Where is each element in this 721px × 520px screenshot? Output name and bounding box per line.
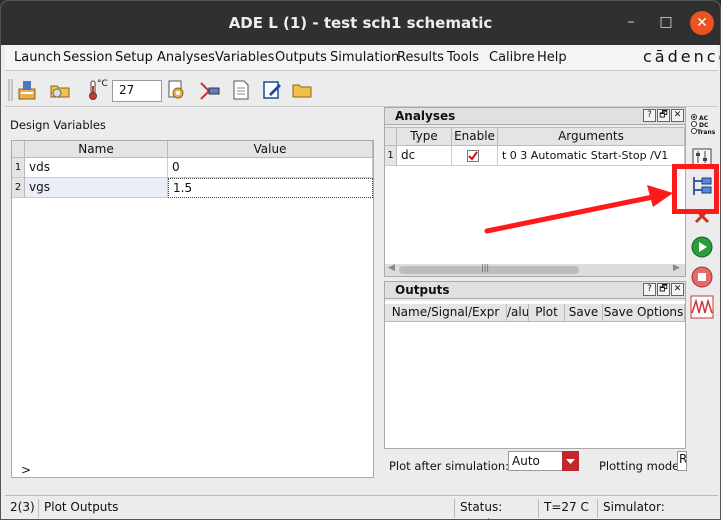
column-header-save[interactable]: Save [565, 304, 603, 322]
menu-help[interactable]: Help [537, 50, 567, 65]
netlist-icon[interactable] [230, 79, 252, 101]
column-header-name-signal[interactable]: Name/Signal/Expr [385, 304, 507, 322]
column-header-name[interactable]: Name [25, 141, 168, 158]
analyses-header: Analyses [385, 108, 685, 125]
variable-value-cell[interactable]: 1.5 [168, 178, 373, 198]
menu-tools[interactable]: Tools [447, 50, 479, 65]
status-bar: 2(3) Plot Outputs Status: Ready T=27 C S… [5, 495, 718, 519]
outputs-title: Outputs [395, 283, 450, 297]
expand-toggle[interactable]: > [21, 463, 31, 477]
analysis-option-trans: Trans [697, 129, 716, 136]
waveform-icon[interactable] [690, 295, 714, 319]
outputs-header: Outputs [385, 282, 685, 299]
help-button[interactable]: ? [643, 283, 656, 296]
menu-outputs[interactable]: Outputs [275, 50, 327, 65]
run-icon[interactable] [690, 235, 714, 259]
temperature-unit-label: °C [97, 79, 108, 89]
plot-controls: Plot after simulation: Auto Plotting mod… [384, 449, 687, 491]
close-panel-button[interactable]: ✕ [671, 109, 684, 122]
temperature-input[interactable]: 27 [112, 80, 162, 102]
menu-session[interactable]: Session [63, 50, 113, 65]
column-header-arguments[interactable]: Arguments [498, 128, 685, 146]
close-button[interactable]: ✕ [690, 11, 714, 35]
chevron-down-icon [566, 459, 575, 464]
column-header-save-options[interactable]: Save Options [603, 304, 685, 322]
menu-launch[interactable]: Launch [14, 50, 61, 65]
menu-calibre[interactable]: Calibre [489, 50, 535, 65]
window-title: ADE L (1) - test sch1 schematic [228, 14, 493, 32]
row-number: 1 [12, 158, 25, 178]
plotting-mode-select[interactable]: R [677, 451, 687, 471]
help-button[interactable]: ? [643, 109, 656, 122]
design-variables-panel: Design Variables Name Value 1 vds 0 2 vg… [5, 109, 379, 493]
analysis-option-dc: DC [699, 122, 709, 129]
column-header-enable[interactable]: Enable [452, 128, 498, 146]
close-panel-button[interactable]: ✕ [671, 283, 684, 296]
plotting-mode-label: Plotting mode: [599, 459, 684, 473]
status-hint: Plot Outputs [38, 499, 454, 518]
float-panel-button[interactable]: 🗗 [657, 109, 670, 122]
row-number: 1 [385, 146, 397, 166]
scroll-right-icon[interactable]: ▶ [673, 263, 680, 273]
table-corner [12, 141, 25, 158]
edit-icon[interactable] [261, 79, 283, 101]
dropdown-button[interactable] [562, 451, 579, 471]
row-number: 2 [12, 178, 25, 198]
table-corner [385, 128, 397, 146]
outputs-panel: Outputs ? 🗗 ✕ Name/Signal/Expr /alu Plot… [384, 281, 686, 449]
variable-name-cell[interactable]: vds [25, 158, 168, 178]
annotation-arrow [484, 185, 673, 234]
variable-name-cell[interactable]: vgs [25, 178, 168, 198]
status-count: 2(3) [10, 500, 35, 514]
status-ready: Status: Ready [454, 499, 538, 519]
column-header-type[interactable]: Type [397, 128, 452, 146]
stop-icon[interactable] [690, 265, 714, 289]
ade-window: ADE L (1) - test sch1 schematic – □ ✕ La… [0, 0, 721, 520]
open-icon[interactable] [291, 79, 313, 101]
horizontal-scrollbar[interactable]: ◀ ||| ▶ [385, 263, 685, 276]
design-variables-title: Design Variables [10, 118, 106, 132]
column-header-value[interactable]: /alu [507, 304, 529, 322]
setup-simulator-icon[interactable] [166, 79, 188, 101]
design-variables-table: Name Value 1 vds 0 2 vgs 1.5 [11, 140, 374, 478]
menu-variables[interactable]: Variables [215, 50, 274, 65]
toolbar-grip-icon [8, 79, 13, 101]
analysis-option-ac: AC [699, 115, 709, 122]
analysis-enable-cell[interactable] [452, 146, 498, 166]
load-state-icon[interactable] [17, 79, 39, 101]
plot-after-label: Plot after simulation: [389, 459, 510, 473]
maximize-button[interactable]: □ [658, 15, 674, 29]
menu-setup[interactable]: Setup [115, 50, 153, 65]
plot-after-select[interactable]: Auto [508, 451, 579, 471]
toolbar: °C 27 [5, 73, 718, 107]
column-header-plot[interactable]: Plot [529, 304, 565, 322]
menu-analyses[interactable]: Analyses [157, 50, 215, 65]
scroll-grip: ||| [481, 263, 490, 272]
outputs-table: Name/Signal/Expr /alu Plot Save Save Opt… [385, 301, 685, 448]
minimize-button[interactable]: – [623, 15, 639, 29]
status-simulator: Simulator: spectre [597, 499, 712, 519]
variable-value-cell[interactable]: 0 [168, 158, 373, 178]
scroll-left-icon[interactable]: ◀ [388, 263, 395, 273]
analyses-title: Analyses [395, 109, 456, 123]
status-temperature: T=27 C [538, 499, 597, 518]
menu-results[interactable]: Results [397, 50, 444, 65]
column-header-value[interactable]: Value [168, 141, 373, 158]
model-library-icon[interactable] [199, 79, 221, 101]
open-folder-icon[interactable] [49, 79, 71, 101]
plot-after-value: Auto [512, 454, 540, 468]
analysis-arguments-cell[interactable]: t 0 3 Automatic Start-Stop /V1 [498, 146, 685, 166]
float-panel-button[interactable]: 🗗 [657, 283, 670, 296]
enabled-checkbox[interactable] [467, 150, 479, 162]
menu-simulation[interactable]: Simulation [330, 50, 399, 65]
title-bar: ADE L (1) - test sch1 schematic – □ ✕ [1, 1, 720, 45]
menu-bar: Launch Session Setup Analyses Variables … [5, 45, 720, 71]
analysis-type-cell[interactable]: dc [397, 146, 452, 166]
cadence-logo: cādence [643, 47, 720, 66]
